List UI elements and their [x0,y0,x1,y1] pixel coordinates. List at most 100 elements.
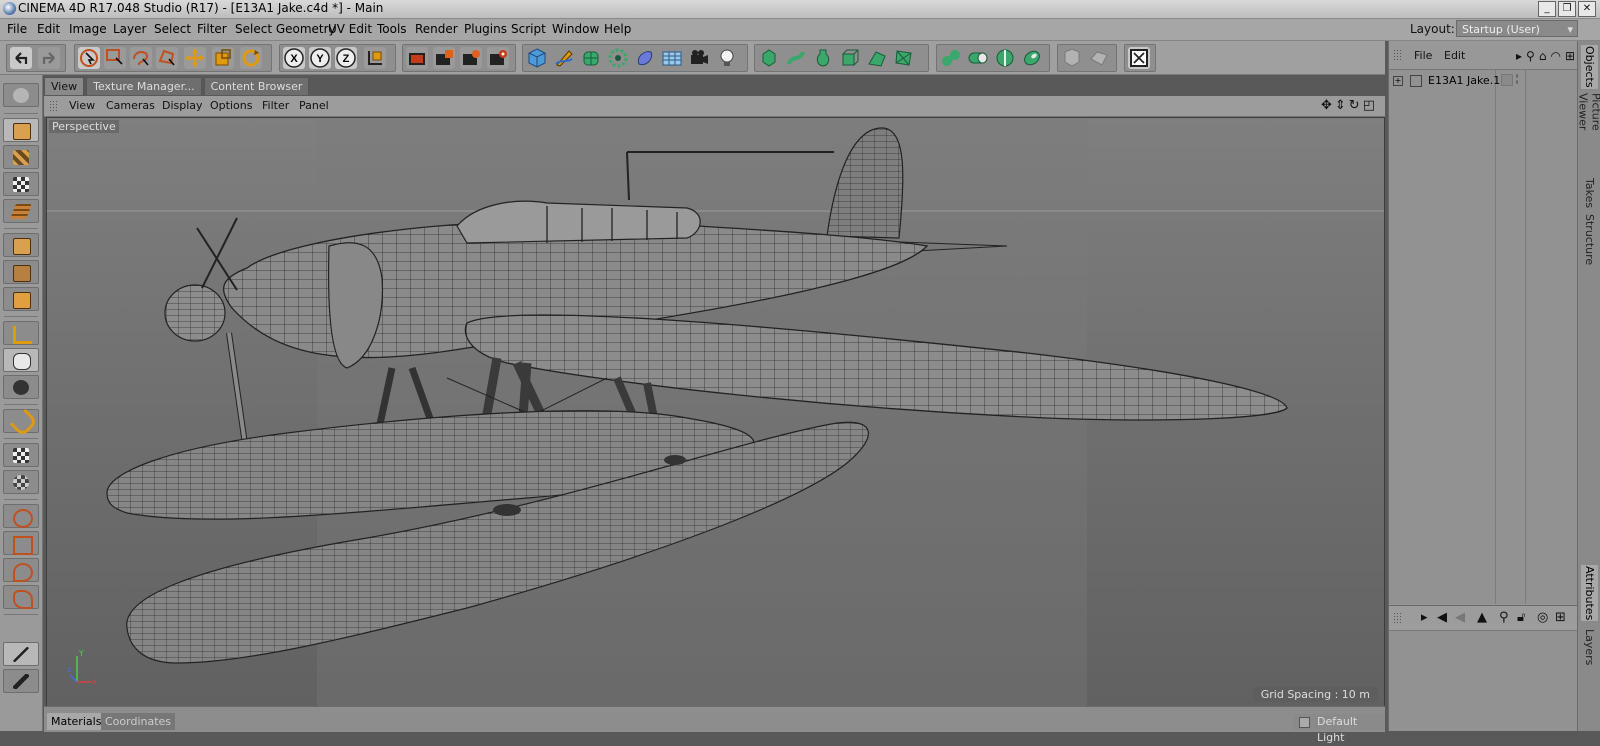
grip-icon[interactable] [1393,612,1403,623]
sds-weight-icon[interactable] [1061,47,1083,69]
tab-materials[interactable]: Materials [47,713,106,730]
scale-icon[interactable] [212,47,234,69]
array-icon[interactable] [607,47,629,69]
tab-objects[interactable]: Objects [1581,45,1598,89]
menu-help[interactable]: Help [604,22,631,36]
visibility-dots-icon[interactable] [1515,73,1519,85]
camera-label[interactable]: Perspective [49,120,119,133]
planar-workplane-icon[interactable] [3,470,39,494]
tab-coordinates[interactable]: Coordinates [101,713,176,730]
search-icon[interactable]: ⚲ [1526,49,1535,63]
tab-picture-viewer[interactable]: Picture Viewer [1577,93,1600,171]
floor-icon[interactable] [661,47,683,69]
home-icon[interactable]: ⌂ [1539,49,1547,63]
chevron-right-icon[interactable]: ▸ [1421,610,1428,625]
menu-plugins[interactable]: Plugins [464,22,507,36]
default-light-toggle[interactable]: Default Light [1293,714,1385,744]
coordinate-system-icon[interactable] [364,47,386,69]
move-view-icon[interactable]: ✥ [1321,98,1332,113]
boole-icon[interactable] [967,47,989,69]
object-name[interactable]: E13A1 Jake.1 [1428,74,1500,87]
viewport-menu-view[interactable]: View [69,99,95,112]
tab-texture-manager[interactable]: Texture Manager... [86,77,202,95]
zoom-view-icon[interactable]: ⇕ [1335,98,1346,113]
back-arrow-icon[interactable]: ◀ [1437,610,1447,625]
tweak-mode-icon[interactable] [3,348,39,372]
forward-arrow-icon[interactable]: ◀ [1455,610,1465,625]
instance-icon[interactable] [1021,47,1043,69]
lathe-icon[interactable] [812,47,834,69]
menu-select-geometry[interactable]: Select Geometry [235,22,336,36]
polygon-selection-icon[interactable] [156,47,178,69]
viewport-menu-cameras[interactable]: Cameras [106,99,155,112]
rectangle-selection-icon[interactable] [104,47,126,69]
cube-icon[interactable] [526,47,548,69]
menu-layer[interactable]: Layer [113,22,146,36]
magnet-icon[interactable] [3,408,39,438]
menu-file[interactable]: File [7,22,27,36]
viewport-menu-filter[interactable]: Filter [262,99,289,112]
move-icon[interactable] [184,47,206,69]
z-axis-icon[interactable]: Z [335,47,357,69]
sds-weight-icon[interactable] [1088,47,1110,69]
restore-button[interactable]: ❐ [1558,1,1576,17]
tab-attributes[interactable]: Attributes [1581,565,1598,621]
rotate-icon[interactable] [240,47,262,69]
workplane-icon[interactable] [3,172,39,196]
chevron-right-icon[interactable]: ▸ [1516,49,1522,63]
layer-swatch-icon[interactable] [1501,74,1513,86]
render-picture-viewer-icon[interactable] [433,47,455,69]
texture-mode-icon[interactable] [3,145,39,169]
live-selection-icon[interactable] [3,504,39,528]
view-icon[interactable]: ◠ [1550,49,1560,63]
light-icon[interactable] [716,47,738,69]
menu-window[interactable]: Window [552,22,599,36]
grip-icon[interactable] [49,100,59,111]
enable-axis-icon[interactable] [3,321,39,345]
lasso-selection-icon[interactable] [3,558,39,582]
up-arrow-icon[interactable]: ▲ [1477,610,1487,625]
object-menu-edit[interactable]: Edit [1444,49,1465,62]
camera-icon[interactable] [688,47,710,69]
render-queue-icon[interactable] [487,47,509,69]
tab-structure[interactable]: Structure [1581,214,1598,265]
target-icon[interactable]: ◎ [1537,610,1548,625]
eyedropper-icon[interactable] [3,669,39,693]
redo-icon[interactable] [38,47,60,69]
spline-icon[interactable] [758,47,780,69]
model-mode-icon[interactable] [3,118,39,142]
layout-dropdown[interactable]: Startup (User) ▾ [1456,20,1578,37]
grip-icon[interactable] [1393,49,1403,60]
menu-uv-edit[interactable]: UV Edit [328,22,372,36]
render-view-icon[interactable] [406,47,428,69]
new-window-icon[interactable]: ⊞ [1555,610,1566,625]
y-axis-icon[interactable]: Y [309,47,331,69]
menu-render[interactable]: Render [415,22,458,36]
tab-view[interactable]: View [44,77,85,95]
expand-icon[interactable]: + [1393,76,1403,86]
snapping-icon[interactable] [3,375,39,399]
viewport-menu-options[interactable]: Options [210,99,252,112]
x-axis-icon[interactable]: X [283,47,305,69]
metaball-icon[interactable] [940,47,962,69]
default-light-checkbox[interactable] [1299,717,1310,728]
polygon-selection-icon[interactable] [3,585,39,609]
fullscreen-icon[interactable] [1128,47,1150,69]
viewport-menu-display[interactable]: Display [162,99,203,112]
extrude-icon[interactable] [839,47,861,69]
seaplane-wireframe-model[interactable] [47,118,1384,706]
polygon-pen-icon[interactable] [893,47,915,69]
tab-content-browser[interactable]: Content Browser [203,77,310,95]
search-icon[interactable]: ⚲ [1499,610,1509,625]
new-window-icon[interactable]: ⊞ [1565,49,1575,63]
tab-takes[interactable]: Takes [1581,175,1598,211]
symmetry-icon[interactable] [994,47,1016,69]
menu-image[interactable]: Image [69,22,107,36]
lasso-selection-icon[interactable] [130,47,152,69]
menu-filter[interactable]: Filter [197,22,227,36]
toggle-view-icon[interactable]: ◰ [1363,98,1375,113]
subdivision-surface-icon[interactable] [580,47,602,69]
object-menu-file[interactable]: File [1414,49,1432,62]
perspective-viewport[interactable]: Perspective Y z x Grid Spacing : 10 m [46,117,1385,707]
menu-script[interactable]: Script [511,22,546,36]
